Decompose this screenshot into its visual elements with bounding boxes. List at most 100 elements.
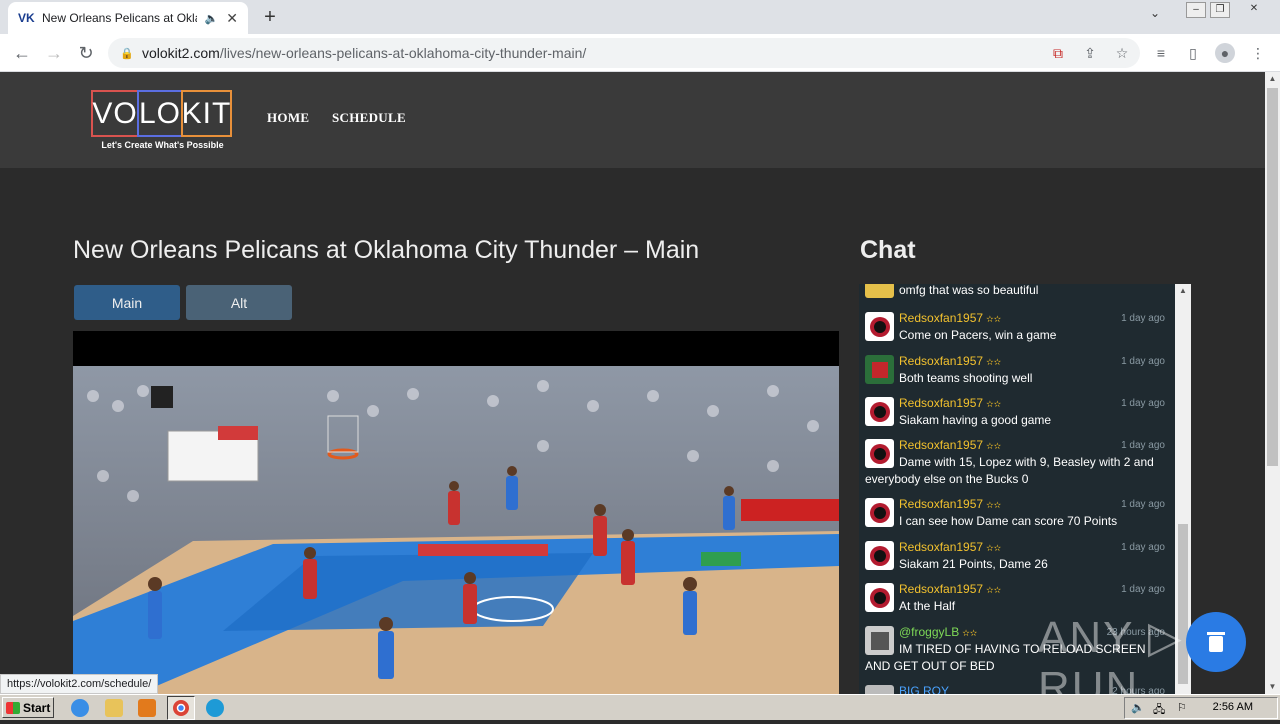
chat-timestamp: 1 day ago bbox=[1121, 356, 1165, 367]
url-host: volokit2.com bbox=[142, 45, 220, 61]
forward-arrow-icon[interactable]: → bbox=[42, 41, 66, 65]
chat-message-text: Siakam having a good game bbox=[899, 413, 1052, 427]
chat-message-text: Both teams shooting well bbox=[899, 371, 1033, 385]
start-label: Start bbox=[23, 700, 51, 715]
file-explorer-icon[interactable] bbox=[105, 699, 123, 717]
bookmark-star-icon[interactable]: ☆ bbox=[1112, 43, 1132, 63]
chat-username[interactable]: Redsoxfan1957 ✫✫ bbox=[899, 395, 1001, 413]
nav-home-link[interactable]: HOME bbox=[267, 110, 309, 126]
start-button[interactable]: Start bbox=[2, 697, 54, 718]
chat-username[interactable]: Redsoxfan1957 ✫✫ bbox=[899, 539, 1001, 557]
chat-message-text: omfg that was so beautiful bbox=[899, 284, 1039, 297]
video-player[interactable] bbox=[73, 331, 839, 694]
windows-taskbar: Start 🔈 🖧 ⚐ 2:56 AM bbox=[0, 694, 1280, 720]
chat-username-text: Redsoxfan1957 bbox=[899, 540, 984, 554]
page-scrollbar[interactable]: ▲ ▼ bbox=[1265, 72, 1280, 694]
action-center-flag-icon[interactable]: ⚐ bbox=[1177, 701, 1187, 714]
address-bar[interactable]: 🔒 volokit2.com/lives/new-orleans-pelican… bbox=[108, 38, 1140, 68]
chat-message-text: Dame with 15, Lopez with 9, Beasley with… bbox=[865, 455, 1154, 486]
scroll-up-arrow-icon[interactable]: ▲ bbox=[1175, 284, 1191, 298]
user-rank-stars-icon: ✫✫ bbox=[986, 399, 1002, 409]
popup-blocked-icon[interactable]: ⧉ bbox=[1048, 43, 1068, 63]
logo-segment-vo: VO bbox=[91, 90, 139, 137]
chat-username-text: Redsoxfan1957 bbox=[899, 582, 984, 596]
alt-stream-button[interactable]: Alt bbox=[186, 285, 292, 320]
chrome-icon bbox=[173, 700, 189, 716]
user-rank-stars-icon: ✫✫ bbox=[986, 357, 1002, 367]
raptors-avatar-icon bbox=[865, 312, 894, 341]
chat-username[interactable]: Redsoxfan1957 ✫✫ bbox=[899, 437, 1001, 455]
user-rank-stars-icon: ✫✫ bbox=[986, 543, 1002, 553]
menu-kebab-icon[interactable]: ⋮ bbox=[1248, 43, 1268, 63]
raptors-avatar-icon bbox=[865, 583, 894, 612]
user-avatar bbox=[865, 685, 894, 694]
site-header: VO LO KIT Let's Create What's Possible H… bbox=[0, 72, 1265, 168]
chat-username-text: @froggyLB bbox=[899, 625, 960, 639]
chat-username-text: Redsoxfan1957 bbox=[899, 438, 984, 452]
user-rank-stars-icon: ✫✫ bbox=[986, 500, 1002, 510]
basketball-court-video-frame bbox=[73, 366, 839, 694]
profile-avatar-icon[interactable]: ● bbox=[1215, 43, 1235, 63]
chat-timestamp: 1 day ago bbox=[1121, 499, 1165, 510]
reload-icon[interactable]: ↻ bbox=[74, 41, 98, 65]
media-controls-icon[interactable]: ≡ bbox=[1151, 43, 1171, 63]
user-rank-stars-icon: ✫✫ bbox=[986, 585, 1002, 595]
chat-username[interactable]: Redsoxfan1957 ✫✫ bbox=[899, 496, 1001, 514]
chat-message-text: I can see how Dame can score 70 Points bbox=[899, 514, 1118, 528]
chat-bubble-button[interactable] bbox=[1186, 612, 1246, 672]
logo-tagline: Let's Create What's Possible bbox=[101, 140, 224, 150]
raptors-avatar-icon bbox=[865, 498, 894, 527]
chat-username[interactable]: @froggyLB ✫✫ bbox=[899, 624, 977, 642]
speaker-icon[interactable]: 🔈 bbox=[205, 12, 219, 25]
chat-username[interactable]: Redsoxfan1957 ✫✫ bbox=[899, 310, 1001, 328]
site-favicon-icon: VK bbox=[18, 11, 35, 25]
logo-segment-kit: KIT bbox=[181, 90, 232, 137]
side-panel-icon[interactable]: ▯ bbox=[1183, 43, 1203, 63]
chat-username-text: Redsoxfan1957 bbox=[899, 311, 984, 325]
chat-message-text: Siakam 21 Points, Dame 26 bbox=[899, 557, 1048, 571]
windows-flag-icon bbox=[6, 701, 20, 714]
chat-timestamp: 1 day ago bbox=[1121, 584, 1165, 595]
media-player-icon[interactable] bbox=[138, 699, 156, 717]
system-tray: 🔈 🖧 ⚐ 2:56 AM bbox=[1124, 697, 1278, 719]
tab-strip: VK New Orleans Pelicans at Oklaho 🔈 ✕ + … bbox=[0, 0, 1280, 34]
user-rank-stars-icon: ✫✫ bbox=[962, 628, 978, 638]
lock-icon[interactable]: 🔒 bbox=[120, 47, 134, 60]
new-tab-button[interactable]: + bbox=[258, 5, 282, 29]
restore-button[interactable]: ❐ bbox=[1210, 2, 1230, 18]
chat-title: Chat bbox=[860, 236, 916, 264]
chat-timestamp: 1 day ago bbox=[1121, 398, 1165, 409]
user-avatar bbox=[865, 284, 894, 298]
chat-message-text: Come on Pacers, win a game bbox=[899, 328, 1057, 342]
url-path: /lives/new-orleans-pelicans-at-oklahoma-… bbox=[219, 45, 587, 61]
browser-tab[interactable]: VK New Orleans Pelicans at Oklaho 🔈 ✕ bbox=[8, 2, 248, 34]
share-icon[interactable]: ⇪ bbox=[1080, 43, 1100, 63]
chrome-taskbar-button[interactable] bbox=[167, 696, 195, 720]
tab-title: New Orleans Pelicans at Oklaho bbox=[42, 11, 197, 25]
back-arrow-icon[interactable]: ← bbox=[10, 41, 34, 65]
edge-icon[interactable] bbox=[206, 699, 224, 717]
chat-username[interactable]: BIG ROY bbox=[899, 683, 949, 694]
internet-explorer-icon[interactable] bbox=[71, 699, 89, 717]
chat-username-text: Redsoxfan1957 bbox=[899, 497, 984, 511]
chat-timestamp: 1 day ago bbox=[1121, 440, 1165, 451]
user-rank-stars-icon: ✫✫ bbox=[986, 314, 1002, 324]
chat-username[interactable]: Redsoxfan1957 ✫✫ bbox=[899, 581, 1001, 599]
raptors-avatar-icon bbox=[865, 397, 894, 426]
minimize-button[interactable]: – bbox=[1186, 2, 1206, 18]
chat-username[interactable]: Redsoxfan1957 ✫✫ bbox=[899, 353, 1001, 371]
volume-icon[interactable]: 🔈 bbox=[1131, 701, 1145, 714]
main-stream-button[interactable]: Main bbox=[74, 285, 180, 320]
network-icon[interactable]: 🖧 bbox=[1153, 701, 1165, 720]
browser-toolbar: ← → ↻ 🔒 volokit2.com/lives/new-orleans-p… bbox=[0, 34, 1280, 72]
scroll-up-arrow-icon[interactable]: ▲ bbox=[1265, 72, 1280, 86]
close-tab-icon[interactable]: ✕ bbox=[226, 10, 238, 27]
nav-schedule-link[interactable]: SCHEDULE bbox=[332, 110, 406, 126]
link-status-bubble: https://volokit2.com/schedule/ bbox=[0, 674, 159, 694]
close-window-button[interactable]: ✕ bbox=[1244, 2, 1264, 18]
site-logo[interactable]: VO LO KIT Let's Create What's Possible bbox=[91, 90, 234, 152]
page-scroll-thumb[interactable] bbox=[1267, 88, 1278, 466]
scroll-down-arrow-icon[interactable]: ▼ bbox=[1265, 680, 1280, 694]
tab-search-chevron-icon[interactable]: ⌄ bbox=[1150, 6, 1160, 20]
raptors-avatar-icon bbox=[865, 541, 894, 570]
